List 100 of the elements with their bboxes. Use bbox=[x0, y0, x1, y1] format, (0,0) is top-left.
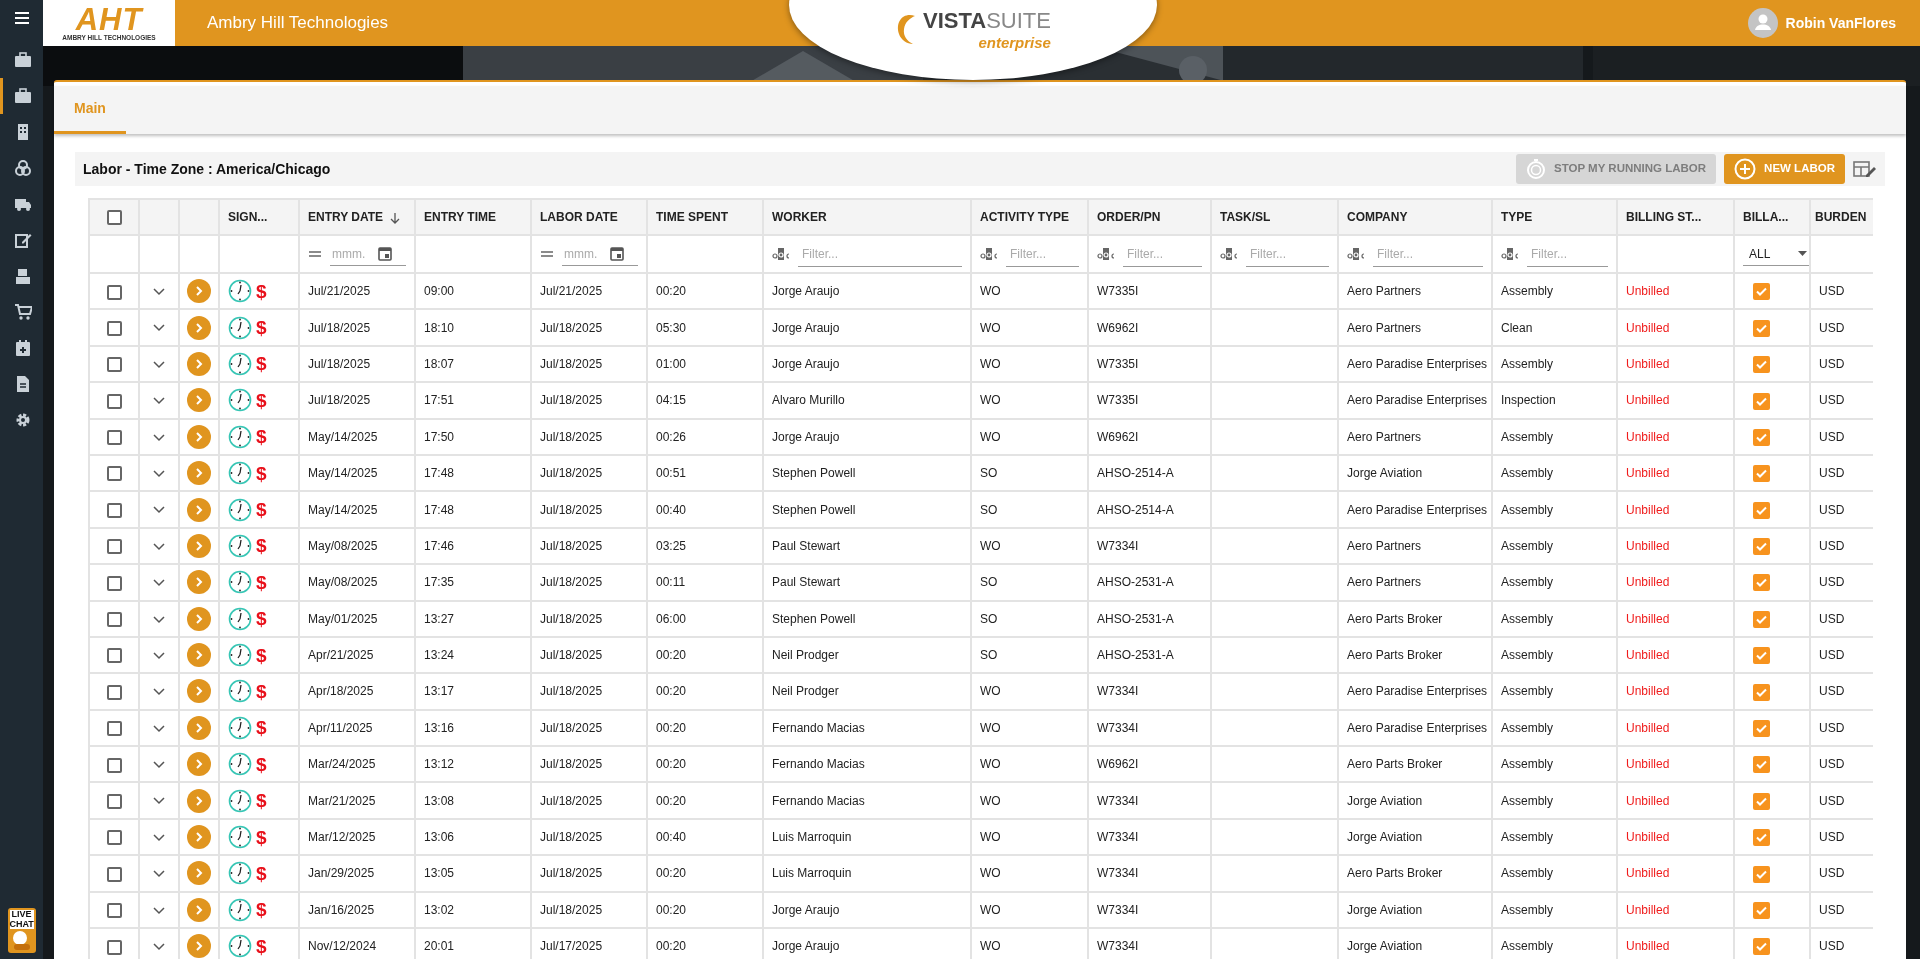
billing-mark: $ bbox=[256, 427, 267, 447]
table-cell: Jul/18/2025 bbox=[540, 757, 603, 772]
table-cell: Inspection bbox=[1501, 393, 1556, 408]
table-cell: Jul/21/2025 bbox=[540, 284, 603, 299]
billing-status: Unbilled bbox=[1626, 538, 1670, 553]
table-cell: 00:26 bbox=[656, 429, 687, 444]
table-cell: 17:35 bbox=[424, 575, 455, 590]
table-cell: USD bbox=[1819, 393, 1845, 408]
table-cell: 18:07 bbox=[424, 356, 455, 371]
table-cell: USD bbox=[1819, 830, 1845, 845]
table-cell: Assembly bbox=[1501, 902, 1553, 917]
table-cell: W6962I bbox=[1097, 429, 1139, 444]
table-cell: WO bbox=[980, 720, 1001, 735]
table-cell: Jan/29/2025 bbox=[308, 866, 375, 881]
table-cell: Mar/21/2025 bbox=[308, 793, 376, 808]
column-header[interactable]: COMPANY bbox=[1347, 210, 1408, 224]
table-cell: USD bbox=[1819, 502, 1845, 517]
billing-mark: $ bbox=[256, 936, 267, 956]
table-cell: Jul/18/2025 bbox=[308, 393, 371, 408]
table-cell: Jorge Araujo bbox=[772, 320, 840, 335]
table-cell: AHSO-2514-A bbox=[1097, 502, 1174, 517]
table-cell: WO bbox=[980, 356, 1001, 371]
billing-status: Unbilled bbox=[1626, 757, 1670, 772]
live-chat-label: LIVE CHAT bbox=[9, 910, 34, 929]
table-cell: W7334I bbox=[1097, 866, 1139, 881]
table-cell: SO bbox=[980, 648, 998, 663]
table-cell: W7335I bbox=[1097, 284, 1139, 299]
table-cell: Jorge Araujo bbox=[772, 356, 840, 371]
table-cell: 00:20 bbox=[656, 720, 687, 735]
table-cell: USD bbox=[1819, 320, 1845, 335]
table-cell: USD bbox=[1819, 939, 1845, 954]
table-cell: Mar/12/2025 bbox=[308, 830, 376, 845]
table-cell: Stephen Powell bbox=[772, 611, 856, 626]
billing-status: Unbilled bbox=[1626, 793, 1670, 808]
table-cell: Jul/18/2025 bbox=[540, 648, 603, 663]
table-cell: Assembly bbox=[1501, 429, 1553, 444]
table-cell: Jul/18/2025 bbox=[540, 466, 603, 481]
table-cell: USD bbox=[1819, 648, 1845, 663]
billing-mark: $ bbox=[256, 645, 267, 665]
table-cell: Aero Paradise Enterprises bbox=[1347, 356, 1488, 371]
table-cell: Jul/18/2025 bbox=[540, 902, 603, 917]
table-cell: May/14/2025 bbox=[308, 502, 378, 517]
table-cell: Neil Prodger bbox=[772, 684, 839, 699]
table-cell: 00:40 bbox=[656, 502, 687, 517]
billing-status: Unbilled bbox=[1626, 502, 1670, 517]
billing-mark: $ bbox=[256, 754, 267, 774]
table-cell: Apr/11/2025 bbox=[308, 720, 373, 735]
billing-mark: $ bbox=[256, 354, 267, 374]
table-cell: 00:20 bbox=[656, 793, 687, 808]
billing-mark: $ bbox=[256, 609, 267, 629]
table-cell: May/08/2025 bbox=[308, 538, 378, 553]
company-name: Ambry Hill Technologies bbox=[207, 12, 389, 35]
table-cell: 01:00 bbox=[656, 356, 687, 371]
table-cell: May/01/2025 bbox=[308, 611, 378, 626]
table-cell: W7334I bbox=[1097, 902, 1139, 917]
table-cell: USD bbox=[1819, 866, 1845, 881]
table-cell: W7334I bbox=[1097, 538, 1139, 553]
table-cell: Apr/18/2025 bbox=[308, 684, 374, 699]
column-header[interactable]: WORKER bbox=[772, 210, 827, 224]
column-header[interactable]: SIGN... bbox=[228, 210, 268, 224]
column-header[interactable]: TYPE bbox=[1501, 210, 1533, 224]
table-cell: Nov/12/2024 bbox=[308, 939, 377, 954]
billing-status: Unbilled bbox=[1626, 830, 1670, 845]
table-cell: WO bbox=[980, 393, 1001, 408]
table-cell: 06:00 bbox=[656, 611, 687, 626]
table-cell: Jul/17/2025 bbox=[540, 939, 603, 954]
table-cell: Assembly bbox=[1501, 720, 1553, 735]
table-cell: Aero Paradise Enterprises bbox=[1347, 720, 1488, 735]
billing-status: Unbilled bbox=[1626, 648, 1670, 663]
billing-mark: $ bbox=[256, 572, 267, 592]
table-cell: Assembly bbox=[1501, 502, 1553, 517]
column-header[interactable]: TASK/SL bbox=[1220, 210, 1271, 224]
table-cell: USD bbox=[1819, 284, 1845, 299]
table-cell: Jul/18/2025 bbox=[540, 429, 603, 444]
table-cell: Jul/18/2025 bbox=[540, 611, 603, 626]
table-cell: 17:50 bbox=[424, 429, 455, 444]
table-cell: WO bbox=[980, 429, 1001, 444]
table-cell: Jul/18/2025 bbox=[540, 793, 603, 808]
table-cell: USD bbox=[1819, 684, 1845, 699]
table-cell: Jorge Aviation bbox=[1347, 939, 1423, 954]
table-cell: Assembly bbox=[1501, 611, 1553, 626]
table-cell: Jul/18/2025 bbox=[540, 502, 603, 517]
table-cell: USD bbox=[1819, 902, 1845, 917]
table-cell: SO bbox=[980, 502, 998, 517]
table-cell: Aero Partners bbox=[1347, 284, 1422, 299]
table-cell: 00:20 bbox=[656, 866, 687, 881]
table-cell: Aero Partners bbox=[1347, 429, 1422, 444]
table-cell: 13:27 bbox=[424, 611, 455, 626]
billing-status: Unbilled bbox=[1626, 866, 1670, 881]
table-cell: SO bbox=[980, 611, 998, 626]
table-cell: Jul/18/2025 bbox=[540, 684, 603, 699]
table-cell: Luis Marroquin bbox=[772, 866, 852, 881]
live-chat-button[interactable]: LIVE CHAT bbox=[7, 908, 36, 953]
table-cell: 13:17 bbox=[424, 684, 455, 699]
table-cell: 04:15 bbox=[656, 393, 687, 408]
table-cell: W7335I bbox=[1097, 356, 1139, 371]
billing-status: Unbilled bbox=[1626, 429, 1670, 444]
table-cell: WO bbox=[980, 902, 1001, 917]
table-cell: 13:16 bbox=[424, 720, 455, 735]
table-cell: W7334I bbox=[1097, 684, 1139, 699]
